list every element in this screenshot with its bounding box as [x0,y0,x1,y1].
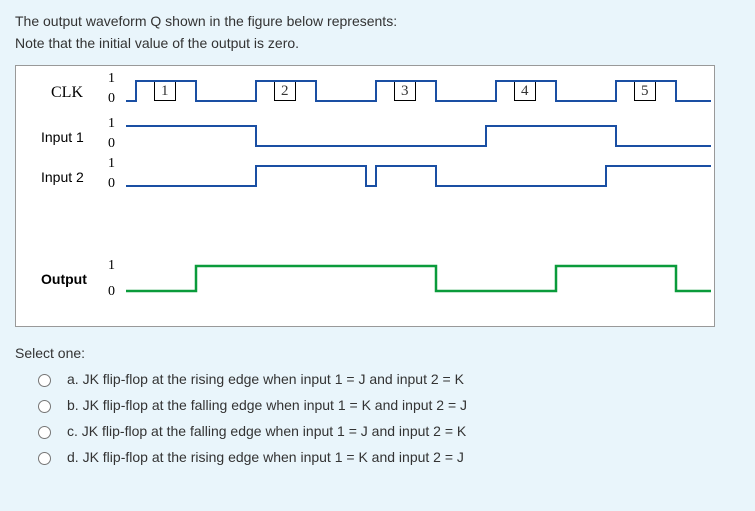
option-a-radio[interactable] [38,374,51,387]
question-line-2: Note that the initial value of the outpu… [15,32,740,54]
option-c[interactable]: c. JK flip-flop at the falling edge when… [33,423,740,439]
diagram-inner: CLK 1 0 Input 1 1 0 Input 2 1 0 Output 1… [16,66,716,326]
output-wave [126,266,711,291]
clk-wave [126,81,711,101]
option-b-text: b. JK flip-flop at the falling edge when… [67,397,467,413]
input1-wave [126,126,711,146]
options-list: a. JK flip-flop at the rising edge when … [15,371,740,465]
option-b[interactable]: b. JK flip-flop at the falling edge when… [33,397,740,413]
option-d-radio[interactable] [38,452,51,465]
select-one-label: Select one: [15,345,740,361]
option-b-radio[interactable] [38,400,51,413]
option-d[interactable]: d. JK flip-flop at the rising edge when … [33,449,740,465]
waveform-diagram: CLK 1 0 Input 1 1 0 Input 2 1 0 Output 1… [15,65,715,327]
option-a-text: a. JK flip-flop at the rising edge when … [67,371,464,387]
option-a[interactable]: a. JK flip-flop at the rising edge when … [33,371,740,387]
question-line-1: The output waveform Q shown in the figur… [15,10,740,32]
input2-wave [126,166,711,186]
option-c-radio[interactable] [38,426,51,439]
waveform-svg [16,66,716,326]
quiz-container: The output waveform Q shown in the figur… [0,0,755,511]
option-d-text: d. JK flip-flop at the rising edge when … [67,449,464,465]
option-c-text: c. JK flip-flop at the falling edge when… [67,423,466,439]
question-text: The output waveform Q shown in the figur… [15,10,740,55]
